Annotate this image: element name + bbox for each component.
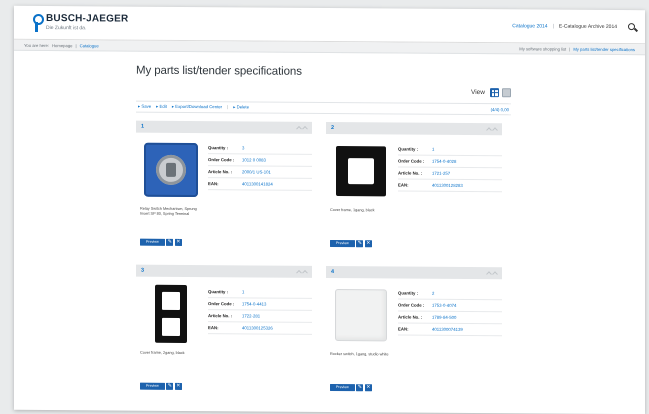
collapse-icon[interactable] — [486, 270, 498, 277]
save-link[interactable]: ▸ Save — [138, 104, 151, 110]
double-frame-icon — [155, 284, 187, 344]
search-icon[interactable] — [628, 23, 635, 31]
product-description: Cover frame, 2gang, black — [140, 350, 185, 355]
card-header: 1 — [136, 120, 312, 134]
ean-value[interactable]: 4011300125326 — [242, 325, 273, 330]
card-header: 2 — [326, 121, 502, 136]
mechanism-insert-icon — [144, 142, 198, 198]
crumb-separator: | — [75, 42, 77, 48]
logo-title: BUSCH-JAEGER — [46, 13, 129, 25]
order-code-value[interactable]: 1754-0-4413 — [242, 301, 266, 306]
edit-link[interactable]: ▸ Edit — [156, 104, 167, 110]
breadcrumb: You are here: Homepage | Catalogue — [24, 42, 99, 48]
edit-icon[interactable]: ✎ — [356, 384, 364, 392]
single-frame-icon — [336, 146, 386, 197]
you-are-here-label: You are here: — [24, 42, 49, 48]
action-bar: ▸ Save ▸ Edit ▸ Export/Download Center |… — [136, 100, 511, 116]
logo-tagline: Die Zukunft ist da. — [46, 25, 87, 32]
logo-mark-icon — [32, 13, 41, 31]
part-card: 3 Cover frame, 2gang, black Quantity :1 … — [136, 264, 312, 401]
order-code-value[interactable]: 1012 0 0083 — [242, 157, 266, 162]
edit-icon[interactable]: ✎ — [166, 238, 174, 246]
product-description: Relay Switch Mechanism, Sprung Insert SP… — [140, 206, 197, 216]
page: BUSCH-JAEGER Die Zukunft ist da. Catalog… — [14, 5, 645, 414]
delete-icon[interactable]: ✕ — [174, 238, 182, 246]
view-toggle: View — [136, 86, 511, 98]
export-link[interactable]: ▸ Export/Download Center — [172, 104, 222, 110]
preview-button[interactable]: Preview — [140, 382, 165, 390]
preview-button[interactable]: Preview — [330, 384, 355, 392]
crumb-catalogue[interactable]: Catalogue — [80, 43, 99, 48]
ean-value[interactable]: 4011300128283 — [432, 183, 463, 188]
delete-icon[interactable]: ✕ — [174, 382, 182, 390]
my-software-link[interactable]: My software shopping list — [519, 46, 566, 51]
part-card: 1 Relay Switch Mechanism, Sprung Insert … — [136, 120, 312, 257]
delete-icon[interactable]: ✕ — [364, 240, 372, 248]
shopping-links: My software shopping list | My parts lis… — [519, 45, 635, 52]
main-content: My parts list/tender specifications View… — [136, 65, 511, 403]
catalogue-archive-link[interactable]: E-Catalogue Archive 2014 — [559, 23, 617, 29]
order-code-value[interactable]: 1754-0-4028 — [432, 159, 456, 164]
product-description: Rocker switch, 1gang, studio white — [330, 352, 389, 357]
delete-icon[interactable]: ✕ — [364, 384, 372, 392]
collapse-icon[interactable] — [486, 126, 498, 133]
ean-value[interactable]: 4011300074139 — [432, 327, 463, 332]
part-card: 2 Cover frame, 1gang, black Quantity :1 … — [326, 121, 502, 258]
spec-table: Quantity :1 Order Code :1754-0-4413 Arti… — [208, 283, 312, 356]
article-no-value[interactable]: 1722-281 — [242, 313, 260, 318]
header-links: Catalogue 2014 | E-Catalogue Archive 201… — [512, 22, 635, 31]
product-image[interactable] — [140, 139, 202, 201]
spec-table: Quantity :1 Order Code :1754-0-4028 Arti… — [398, 140, 502, 213]
card-header: 3 — [136, 264, 312, 278]
quantity-value[interactable]: 1 — [432, 147, 434, 152]
card-number: 1 — [141, 123, 145, 130]
preview-button[interactable]: Preview — [140, 238, 165, 246]
card-number: 4 — [331, 269, 335, 276]
card-header: 4 — [326, 265, 502, 280]
quantity-value[interactable]: 3 — [242, 145, 244, 150]
crumb-homepage[interactable]: Homepage — [52, 43, 73, 48]
order-code-value[interactable]: 1753-0-4074 — [432, 303, 456, 308]
collapse-icon[interactable] — [296, 125, 308, 132]
page-title: My parts list/tender specifications — [136, 64, 302, 78]
spec-table: Quantity :3 Order Code :1012 0 0083 Arti… — [208, 139, 312, 217]
product-image[interactable] — [330, 140, 392, 202]
product-description: Cover frame, 1gang, black — [330, 208, 375, 213]
brand-logo[interactable]: BUSCH-JAEGER Die Zukunft ist da. — [32, 13, 128, 32]
list-view-icon[interactable] — [502, 88, 511, 98]
part-card: 4 Rocker switch, 1gang, studio white Qua… — [326, 265, 502, 402]
preview-button[interactable]: Preview — [330, 240, 355, 248]
collapse-icon[interactable] — [296, 269, 308, 276]
card-number: 2 — [331, 125, 335, 132]
product-image[interactable] — [140, 283, 202, 345]
edit-icon[interactable]: ✎ — [356, 240, 364, 248]
ean-value[interactable]: 4011300141824 — [242, 181, 273, 186]
product-image[interactable] — [330, 284, 392, 346]
card-number: 3 — [141, 267, 145, 274]
article-no-value[interactable]: 2000/1 US-101 — [242, 169, 271, 174]
rocker-switch-icon — [335, 289, 387, 342]
list-summary: (4/4) 0,00 — [490, 106, 509, 112]
delete-link[interactable]: ▸ Delete — [233, 104, 249, 110]
my-parts-link[interactable]: My parts list/tender specifications — [573, 46, 635, 51]
spec-table: Quantity :2 Order Code :1753-0-4074 Arti… — [398, 284, 502, 357]
grid-view-icon[interactable] — [490, 88, 499, 98]
quantity-value[interactable]: 1 — [242, 289, 244, 294]
view-label: View — [471, 88, 485, 97]
edit-icon[interactable]: ✎ — [166, 382, 174, 390]
article-no-value[interactable]: 1789-84-500 — [432, 315, 456, 320]
catalogue-link[interactable]: Catalogue 2014 — [512, 23, 547, 29]
site-header: BUSCH-JAEGER Die Zukunft ist da. Catalog… — [14, 5, 645, 45]
parts-grid: 1 Relay Switch Mechanism, Sprung Insert … — [136, 120, 511, 403]
quantity-value[interactable]: 2 — [432, 291, 434, 296]
article-no-value[interactable]: 1721-257 — [432, 171, 450, 176]
